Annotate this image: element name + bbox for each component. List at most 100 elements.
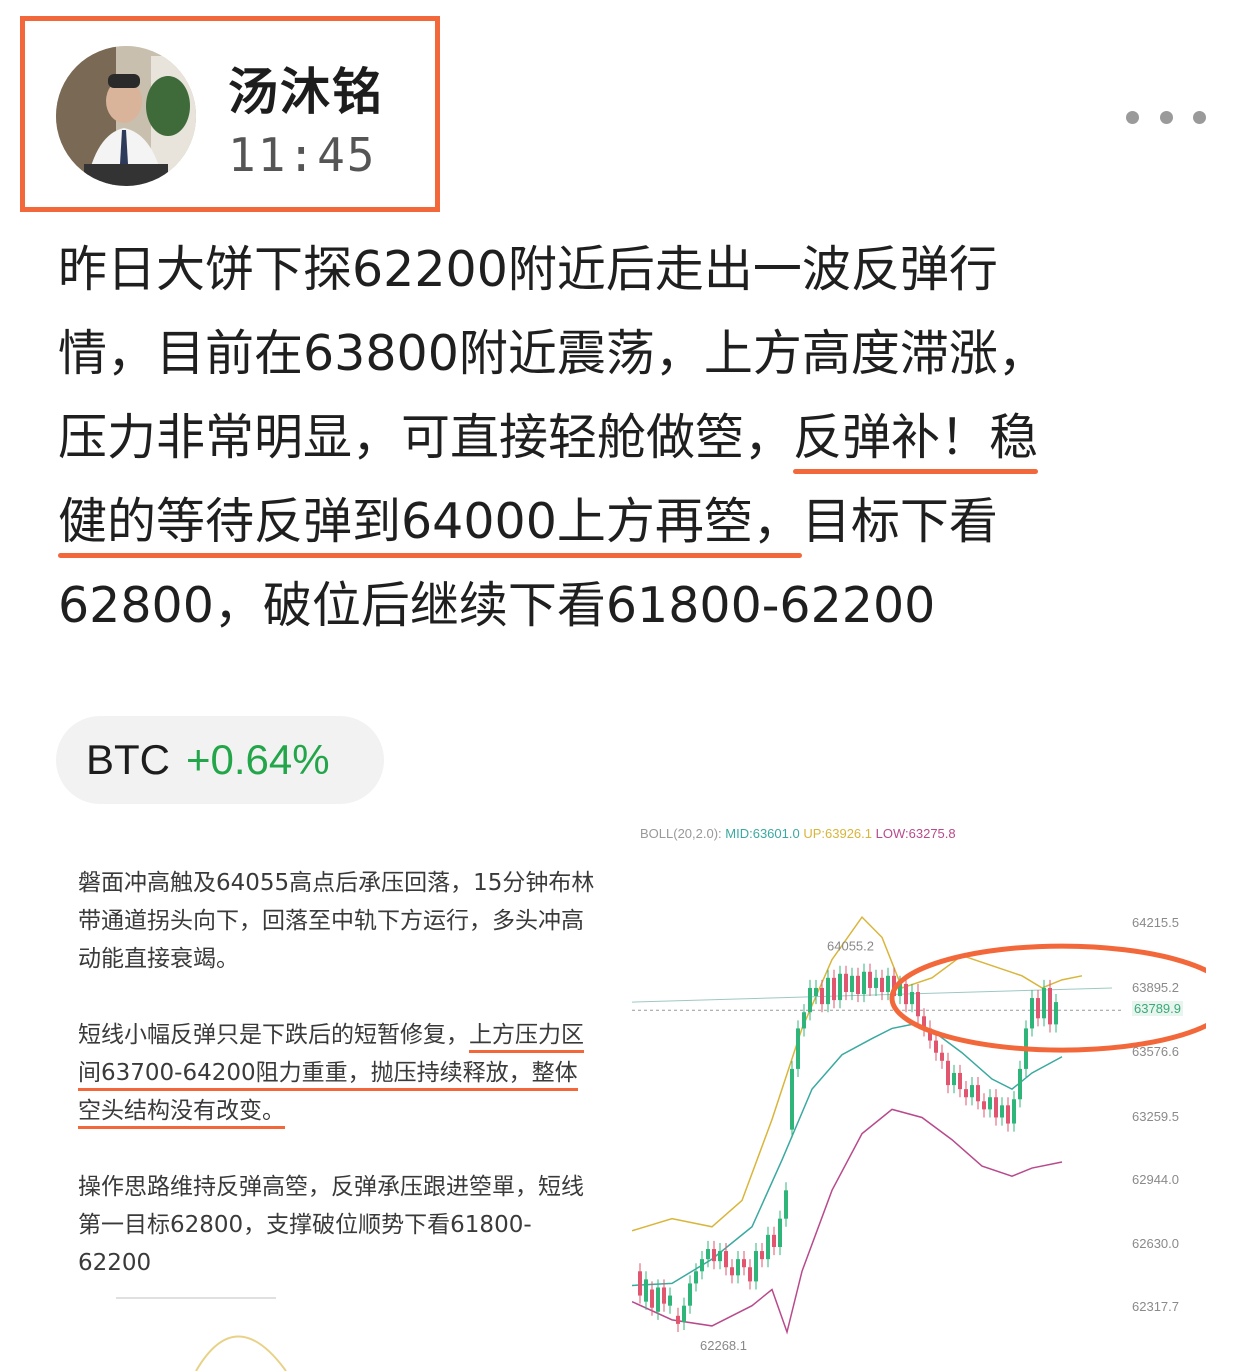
image-text-block: 磐面冲高触及64055高点后承压回落，15分钟布林带通道拐头向下，回落至中轨下方…: [78, 864, 598, 1320]
candle-body: [676, 1315, 680, 1324]
ticker-symbol: BTC: [86, 736, 170, 783]
candle-body: [766, 1234, 770, 1260]
ticker-chip[interactable]: BTC +0.64%: [56, 716, 384, 804]
ticker-change: +0.64%: [186, 736, 330, 783]
author-avatar[interactable]: [56, 46, 196, 186]
y-tick-label: 63576.6: [1132, 1044, 1179, 1060]
underlined-text: 反弹补！稳: [793, 409, 1039, 466]
candle-body: [718, 1251, 722, 1262]
candle-body: [856, 975, 860, 995]
candle-body: [778, 1218, 782, 1247]
mini-chart-preview: [116, 1297, 287, 1371]
candle-body: [1012, 1099, 1016, 1124]
candle-body: [772, 1234, 776, 1247]
candle-body: [868, 971, 872, 988]
candle-body: [730, 1267, 734, 1276]
candle-body: [662, 1287, 666, 1304]
image-paragraph: 短线小幅反弹只是下跌后的短暂修复，上方压力区间63700-64200阻力重重，抛…: [78, 1016, 598, 1130]
candle-body: [694, 1271, 698, 1284]
author-name[interactable]: 汤沐铭: [228, 52, 384, 124]
more-options-button[interactable]: [1126, 100, 1206, 134]
candle-body: [910, 992, 914, 1005]
underlined-text: 健的等待反弹到64000上方再箜，: [58, 493, 802, 550]
dot-icon: [1126, 110, 1139, 124]
image-paragraph: 磐面冲高触及64055高点后承压回落，15分钟布林带通道拐头向下，回落至中轨下方…: [78, 870, 595, 972]
candle-body: [880, 977, 884, 992]
candle-body: [760, 1251, 764, 1260]
candle-body: [958, 1072, 962, 1090]
candle-body: [850, 975, 854, 992]
mini-curve: [195, 1335, 287, 1371]
y-tick-label: 63895.2: [1132, 979, 1179, 995]
candle-body: [650, 1289, 654, 1308]
candle-body: [724, 1251, 728, 1268]
candle-body: [682, 1305, 686, 1322]
candle-body: [814, 987, 818, 997]
candle-body: [700, 1259, 704, 1272]
candle-body: [964, 1089, 968, 1098]
y-tick-label: 63789.9: [1132, 1001, 1183, 1017]
candle-body: [820, 987, 824, 1005]
candle-body: [638, 1271, 642, 1296]
candle-body: [1006, 1105, 1010, 1124]
post-text: 压力非常明显，可直接轻舱做箜，: [58, 409, 794, 466]
candle-body: [916, 992, 920, 1017]
candle-body: [844, 973, 848, 992]
candlestick-chart: 64055.2 62268.1: [632, 915, 1206, 1353]
candle-body: [940, 1052, 944, 1061]
y-tick-label: 62944.0: [1132, 1172, 1179, 1188]
candle-body: [802, 1012, 806, 1029]
candle-body: [952, 1072, 956, 1086]
candle-body: [742, 1259, 746, 1268]
candle-body: [688, 1283, 692, 1306]
y-tick-label: 63259.5: [1132, 1108, 1179, 1124]
candle-body: [1000, 1105, 1004, 1118]
candle-body: [1030, 998, 1034, 1029]
candle-body: [874, 977, 878, 988]
candle-body: [988, 1097, 992, 1110]
image-text: 短线小幅反弹只是下跌后的短暂修复，: [78, 1022, 469, 1048]
candle-body: [668, 1295, 672, 1306]
candle-body: [904, 983, 908, 1005]
candle-body: [976, 1085, 980, 1102]
candle-body: [982, 1101, 986, 1110]
candle-body: [796, 1028, 800, 1069]
candle-body: [644, 1279, 648, 1302]
boll-mid-band: [632, 1023, 1063, 1287]
low-price-marker: 62268.1: [700, 1338, 747, 1353]
candle-body: [1036, 998, 1040, 1019]
candle-body: [1018, 1068, 1022, 1100]
candle-body: [748, 1267, 752, 1282]
candle-body: [754, 1251, 758, 1282]
candle-body: [970, 1085, 974, 1098]
candle-body: [1042, 987, 1046, 1019]
candle-body: [1054, 1002, 1058, 1025]
post-line: 情，目前在63800附近震荡，上方高度滞涨，: [58, 325, 1047, 382]
post-line: 62800，破位后继续下看61800-62200: [58, 577, 936, 634]
candle-body: [886, 975, 890, 992]
candle-body: [994, 1097, 998, 1118]
candle-body: [808, 987, 812, 1013]
image-paragraph: 操作思路维持反弹高箜，反弹承压跟进箜單，短线第一目标62800，支撑破位顺势下看…: [78, 1174, 584, 1276]
candle-body: [706, 1249, 710, 1260]
avatar-image: [56, 46, 196, 186]
candle-body: [790, 1068, 794, 1130]
candle-body: [656, 1287, 660, 1312]
dot-icon: [1193, 110, 1206, 124]
y-tick-label: 62317.7: [1132, 1299, 1179, 1315]
candle-body: [784, 1190, 788, 1219]
candle-body: [946, 1060, 950, 1086]
post-line: 健的等待反弹到64000上方再箜，目标下看: [58, 480, 1218, 564]
candle-body: [1048, 987, 1052, 1025]
candle-body: [826, 977, 830, 1005]
boll-upper-band: [632, 915, 1083, 1232]
post-image[interactable]: 磐面冲高触及64055高点后承压回落，15分钟布林带通道拐头向下，回落至中轨下方…: [56, 812, 1206, 1371]
y-tick-label: 64215.5: [1132, 915, 1179, 931]
post-line: 压力非常明显，可直接轻舱做箜，反弹补！稳: [58, 396, 1218, 480]
post-time: 11:45: [228, 128, 377, 182]
post-text: 目标下看: [801, 493, 998, 550]
candle-body: [832, 977, 836, 1001]
candle-body: [712, 1249, 716, 1262]
candle-body: [862, 971, 866, 995]
dot-icon: [1159, 110, 1173, 124]
